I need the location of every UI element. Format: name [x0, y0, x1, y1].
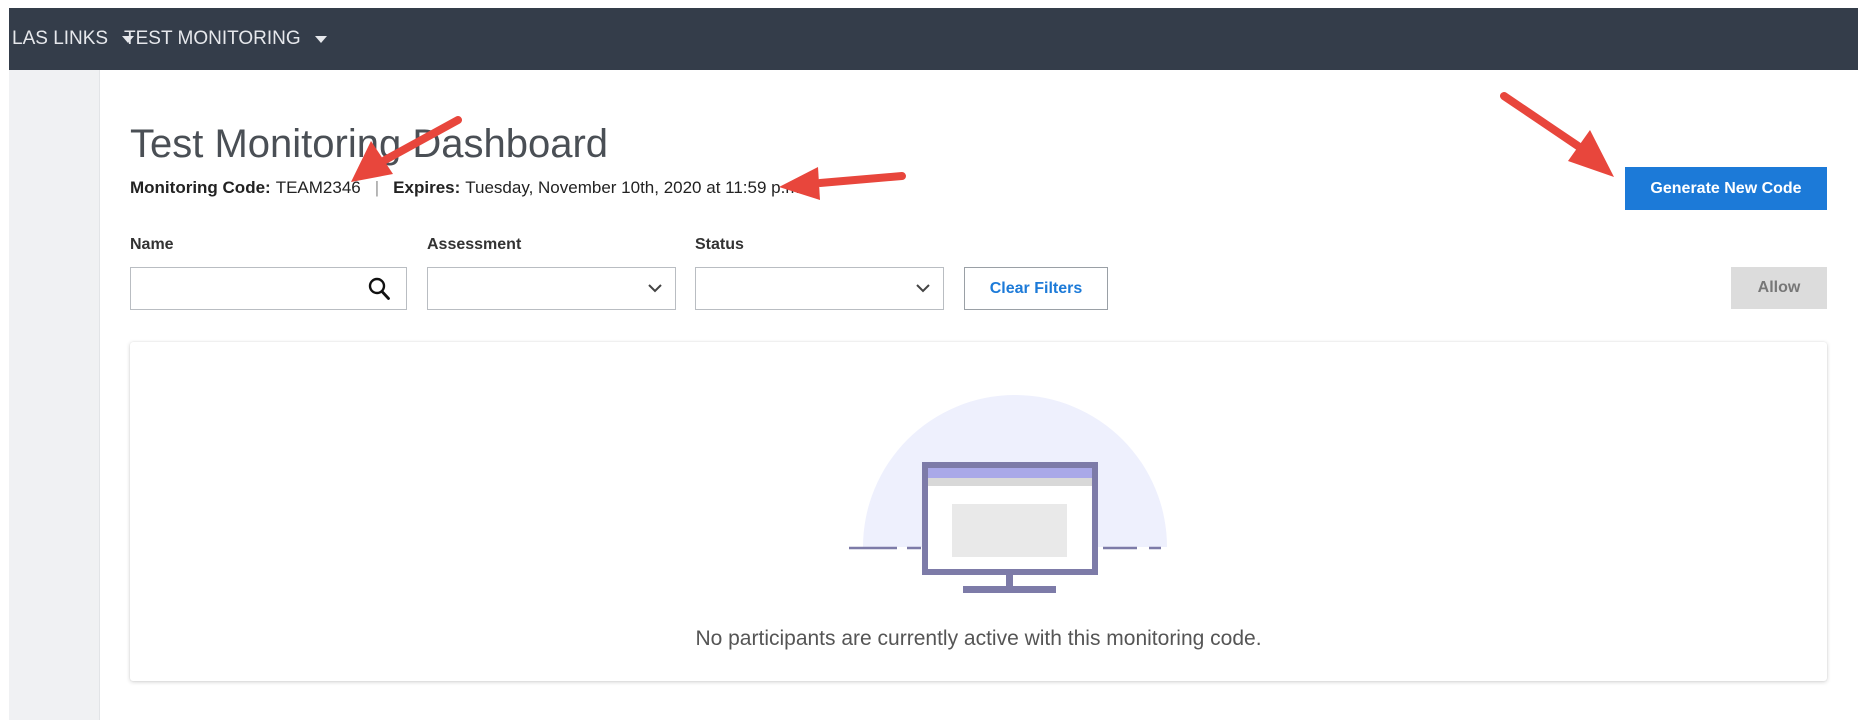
nav-item-test-monitoring[interactable]: TEST MONITORING: [124, 8, 327, 70]
chevron-down-icon: [648, 284, 662, 293]
status-filter-label: Status: [695, 236, 744, 253]
nav-item-label: LAS LINKS: [12, 28, 109, 49]
assessment-filter-label: Assessment: [427, 236, 522, 253]
monitoring-code-value: TEAM2346: [275, 178, 361, 197]
expires-value: Tuesday, November 10th, 2020 at 11:59 p.…: [465, 178, 805, 197]
separator: |: [374, 178, 380, 197]
clear-filters-button[interactable]: Clear Filters: [964, 267, 1108, 310]
monitoring-info: Monitoring Code: TEAM2346 | Expires: Tue…: [130, 178, 804, 198]
expires-label: Expires:: [393, 178, 461, 197]
generate-new-code-button[interactable]: Generate New Code: [1625, 167, 1827, 210]
search-icon[interactable]: [368, 277, 390, 301]
assessment-select[interactable]: [427, 267, 676, 310]
empty-state-message: No participants are currently active wit…: [695, 627, 1262, 650]
left-gutter: [9, 70, 100, 720]
page-title: Test Monitoring Dashboard: [130, 122, 609, 166]
monitoring-code-label: Monitoring Code:: [130, 178, 271, 197]
nav-item-label: TEST MONITORING: [124, 28, 301, 49]
caret-down-icon: [314, 35, 327, 43]
allow-button[interactable]: Allow: [1731, 267, 1827, 309]
monitor-illustration: [849, 395, 1167, 593]
name-filter-field: [130, 267, 407, 310]
name-search-input[interactable]: [131, 268, 351, 309]
top-nav-bar: LAS LINKS TEST MONITORING: [9, 8, 1858, 70]
chevron-down-icon: [916, 284, 930, 293]
name-filter-label: Name: [130, 236, 174, 253]
nav-item-las-links[interactable]: LAS LINKS: [12, 8, 135, 70]
participants-card: No participants are currently active wit…: [130, 342, 1827, 681]
status-select[interactable]: [695, 267, 944, 310]
